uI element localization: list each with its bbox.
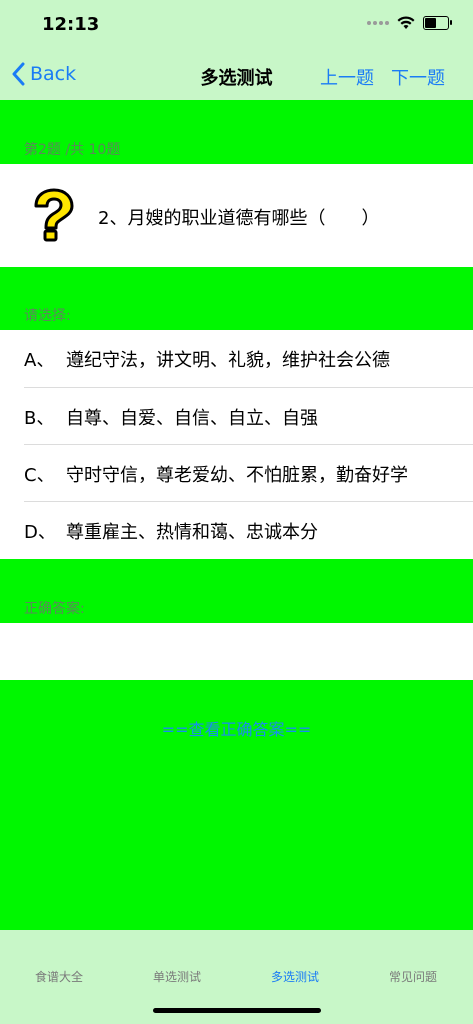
home-indicator[interactable] [153,1008,321,1013]
next-question-button[interactable]: 下一题 [391,64,445,90]
navigation-bar: Back 多选测试 上一题 下一题 [0,50,473,100]
option-c[interactable]: C、 守时守信，尊老爱幼、不怕脏累，勤奋好学 [0,445,473,502]
signal-icon [367,21,389,25]
options-list: A、 遵纪守法，讲文明、礼貌，维护社会公德 B、 自尊、自爱、自信、自立、自强 … [0,330,473,559]
status-icons [367,16,452,30]
wifi-icon [397,16,415,29]
answer-box [0,623,473,680]
tab-multiple-choice[interactable]: 多选测试 [236,968,354,985]
back-label: Back [30,63,77,85]
option-letter: A、 [24,349,55,371]
chevron-left-icon [12,62,25,86]
option-text: 遵纪守法，讲文明、礼貌，维护社会公德 [66,349,390,371]
battery-icon [423,16,452,30]
question-text: 2、月嫂的职业道德有哪些（ ） [98,208,380,229]
answer-label: 正确答案: [24,601,85,617]
option-text: 自尊、自爱、自信、自立、自强 [66,407,318,429]
option-letter: B、 [24,407,55,429]
question-card: 2、月嫂的职业道德有哪些（ ） [0,164,473,267]
status-bar: 12:13 [0,0,473,50]
tab-faq[interactable]: 常见问题 [354,968,472,985]
previous-question-button[interactable]: 上一题 [320,64,374,90]
tab-single-choice[interactable]: 单选测试 [118,968,236,985]
option-b[interactable]: B、 自尊、自爱、自信、自立、自强 [0,388,473,445]
option-text: 守时守信，尊老爱幼、不怕脏累，勤奋好学 [66,464,408,486]
option-letter: C、 [24,464,55,486]
question-progress: 第2题 /共 10题 [24,142,121,158]
options-label: 请选择: [24,308,71,324]
show-answer-button[interactable]: ==查看正确答案== [0,716,473,740]
option-a[interactable]: A、 遵纪守法，讲文明、礼貌，维护社会公德 [0,330,473,387]
option-letter: D、 [24,521,56,543]
back-button[interactable]: Back [12,62,76,86]
status-time: 12:13 [42,14,100,35]
question-mark-icon [34,188,74,242]
tab-recipes[interactable]: 食谱大全 [0,968,118,985]
option-text: 尊重雇主、热情和蔼、忠诚本分 [66,521,318,543]
option-d[interactable]: D、 尊重雇主、热情和蔼、忠诚本分 [0,502,473,559]
